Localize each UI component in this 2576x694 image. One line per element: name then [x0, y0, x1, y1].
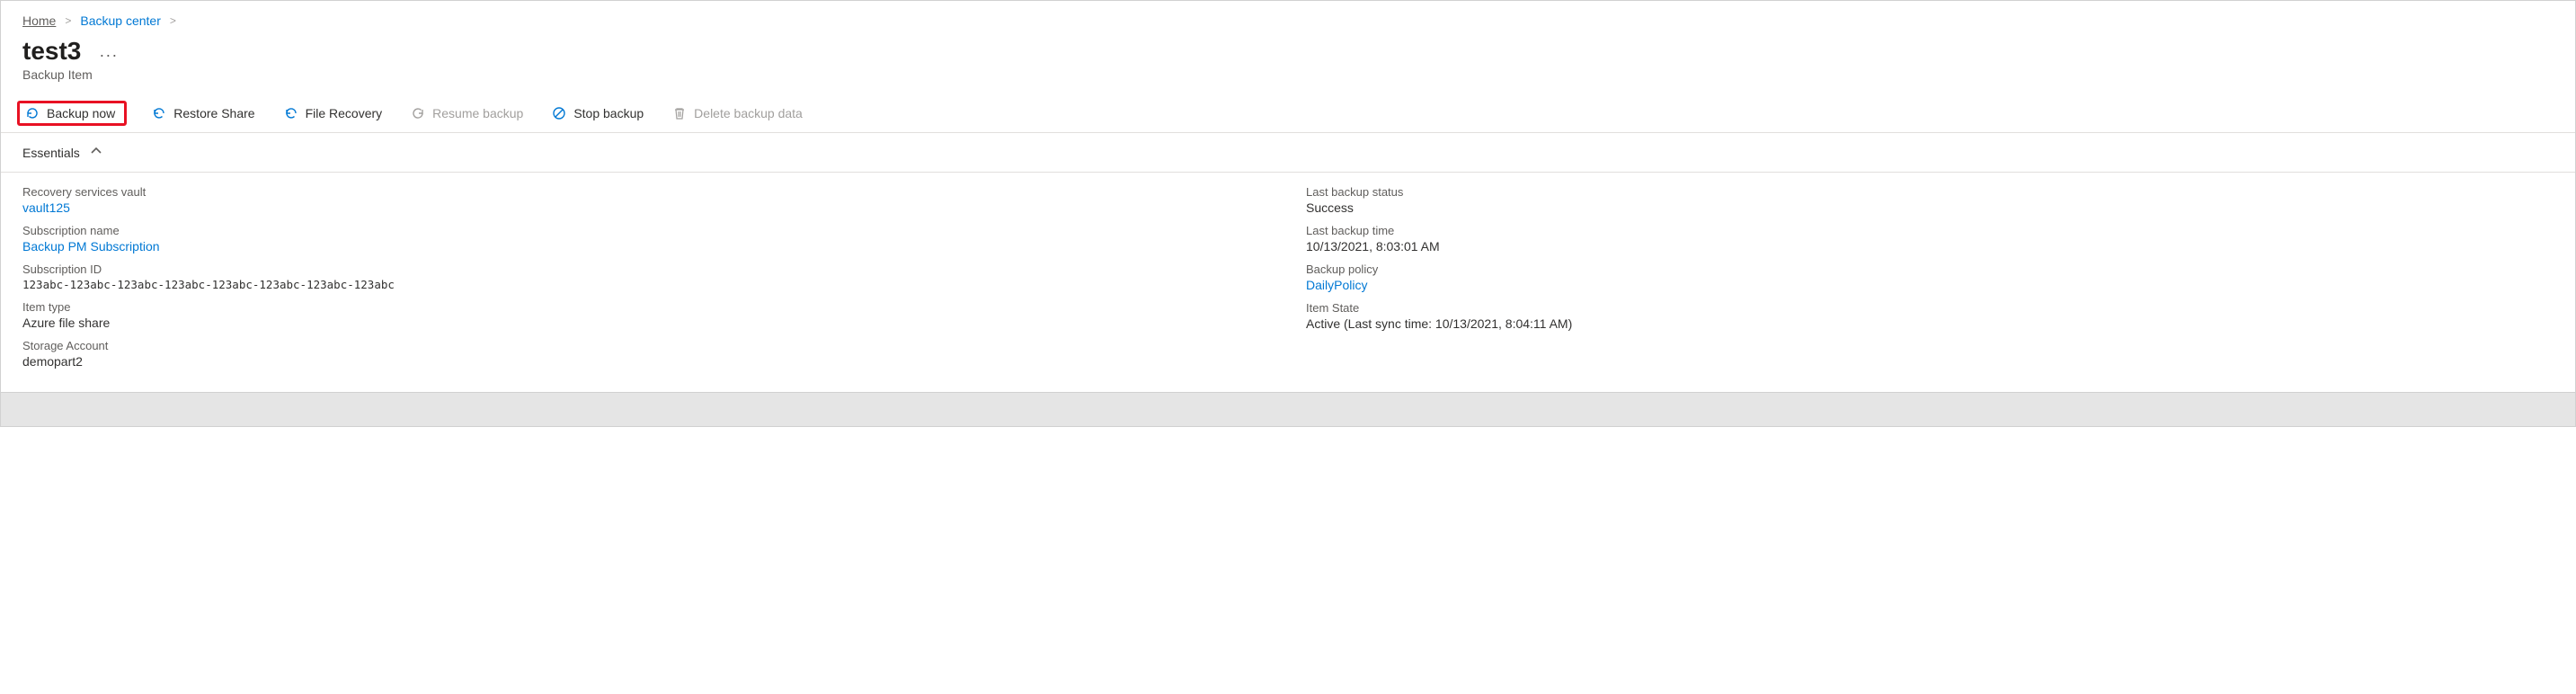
file-recovery-button[interactable]: File Recovery — [280, 104, 386, 122]
breadcrumb: Home > Backup center > — [1, 1, 2575, 33]
subscription-id-label: Subscription ID — [22, 262, 1270, 276]
toolbar-label: Delete backup data — [694, 106, 803, 120]
toolbar-label: Resume backup — [432, 106, 523, 120]
item-type-label: Item type — [22, 300, 1270, 314]
page-title: test3 — [22, 37, 81, 66]
chevron-up-icon — [89, 144, 103, 161]
stop-icon — [552, 106, 566, 120]
subscription-id-value: 123abc-123abc-123abc-123abc-123abc-123ab… — [22, 278, 1270, 291]
essentials-panel: Recovery services vault vault125 Subscri… — [1, 173, 2575, 392]
essentials-toggle[interactable]: Essentials — [1, 133, 2575, 173]
chevron-right-icon: > — [170, 14, 176, 27]
chevron-right-icon: > — [65, 14, 71, 27]
subscription-name-value[interactable]: Backup PM Subscription — [22, 239, 1270, 254]
last-backup-time-label: Last backup time — [1306, 224, 2554, 237]
last-backup-status-label: Last backup status — [1306, 185, 2554, 199]
undo-icon — [152, 106, 166, 120]
item-state-label: Item State — [1306, 301, 2554, 315]
breadcrumb-home[interactable]: Home — [22, 13, 56, 28]
toolbar-label: Stop backup — [573, 106, 644, 120]
more-actions-button[interactable]: ··· — [99, 39, 118, 65]
backup-icon — [25, 106, 40, 120]
last-backup-status-value: Success — [1306, 200, 2554, 215]
item-type-value: Azure file share — [22, 316, 1270, 330]
page-subtitle: Backup Item — [1, 66, 2575, 94]
toolbar-label: Restore Share — [173, 106, 254, 120]
resume-backup-button: Resume backup — [407, 104, 527, 122]
storage-account-label: Storage Account — [22, 339, 1270, 352]
toolbar-label: File Recovery — [306, 106, 383, 120]
backup-now-button[interactable]: Backup now — [17, 101, 127, 126]
backup-policy-label: Backup policy — [1306, 262, 2554, 276]
delete-backup-data-button: Delete backup data — [669, 104, 806, 122]
recovery-vault-label: Recovery services vault — [22, 185, 1270, 199]
toolbar: Backup now Restore Share File Recovery R… — [1, 94, 2575, 133]
trash-icon — [672, 106, 687, 120]
item-state-value: Active (Last sync time: 10/13/2021, 8:04… — [1306, 316, 2554, 331]
essentials-label: Essentials — [22, 146, 80, 160]
refresh-icon — [411, 106, 425, 120]
footer-strip — [1, 392, 2575, 426]
last-backup-time-value: 10/13/2021, 8:03:01 AM — [1306, 239, 2554, 254]
recovery-vault-value[interactable]: vault125 — [22, 200, 1270, 215]
undo-icon — [284, 106, 298, 120]
breadcrumb-backup-center[interactable]: Backup center — [80, 13, 161, 28]
storage-account-value: demopart2 — [22, 354, 1270, 369]
stop-backup-button[interactable]: Stop backup — [548, 104, 647, 122]
restore-share-button[interactable]: Restore Share — [148, 104, 258, 122]
backup-policy-value[interactable]: DailyPolicy — [1306, 278, 2554, 292]
subscription-name-label: Subscription name — [22, 224, 1270, 237]
toolbar-label: Backup now — [47, 106, 115, 120]
